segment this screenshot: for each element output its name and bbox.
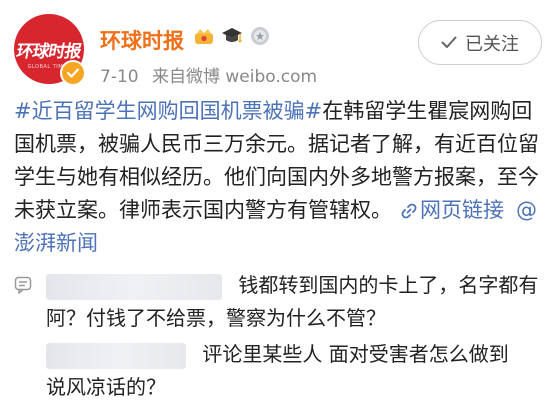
avatar-logo-mark: 环球时报 [14, 41, 83, 62]
crown-icon[interactable] [193, 25, 215, 47]
post-meta: 7-10 来自微博 weibo.com [100, 62, 325, 87]
comment-text-line2: 说风凉话的？ [46, 375, 166, 399]
link-icon [401, 203, 417, 219]
comment-text-line1: 钱都转到国内的卡上了，名字都有 [238, 273, 539, 297]
web-link-label: 网页链接 [420, 198, 504, 222]
verified-badge-icon [60, 60, 86, 86]
comment-text-line1: 评论里某些人 面对受害者怎么做到 [202, 342, 509, 366]
comment-item[interactable]: 钱都转到国内的卡上了，名字都有 [46, 270, 546, 301]
topic-hashtag[interactable]: #近百留学生网购回国机票被骗# [14, 99, 322, 123]
post-source[interactable]: 来自微博 weibo.com [152, 67, 317, 87]
blurred-username [46, 342, 186, 369]
checkmark-icon [441, 36, 457, 48]
account-name[interactable]: 环球时报 [100, 25, 184, 55]
follow-button[interactable]: 已关注 [418, 20, 542, 65]
post-date: 7-10 [100, 67, 139, 87]
comment-item-continued: 阿？付钱了不给票，警察为什么不管？ [46, 303, 546, 334]
comment-item[interactable]: 评论里某些人 面对受害者怎么做到 [46, 339, 546, 370]
comment-quote-icon [14, 276, 32, 298]
post-text: #近百留学生网购回国机票被骗#在韩留学生瞿宸网购回国机票，被骗人民币三万余元。据… [14, 95, 548, 260]
user-badges [193, 25, 271, 47]
medal-icon[interactable] [249, 25, 271, 47]
comment-item-continued: 说风凉话的？ [46, 372, 546, 403]
blurred-username [46, 273, 222, 300]
web-link[interactable]: 网页链接 [400, 198, 504, 222]
comment-text-line2: 阿？付钱了不给票，警察为什么不管？ [46, 306, 386, 330]
follow-button-label: 已关注 [465, 33, 519, 55]
graduation-cap-icon[interactable] [221, 25, 243, 47]
